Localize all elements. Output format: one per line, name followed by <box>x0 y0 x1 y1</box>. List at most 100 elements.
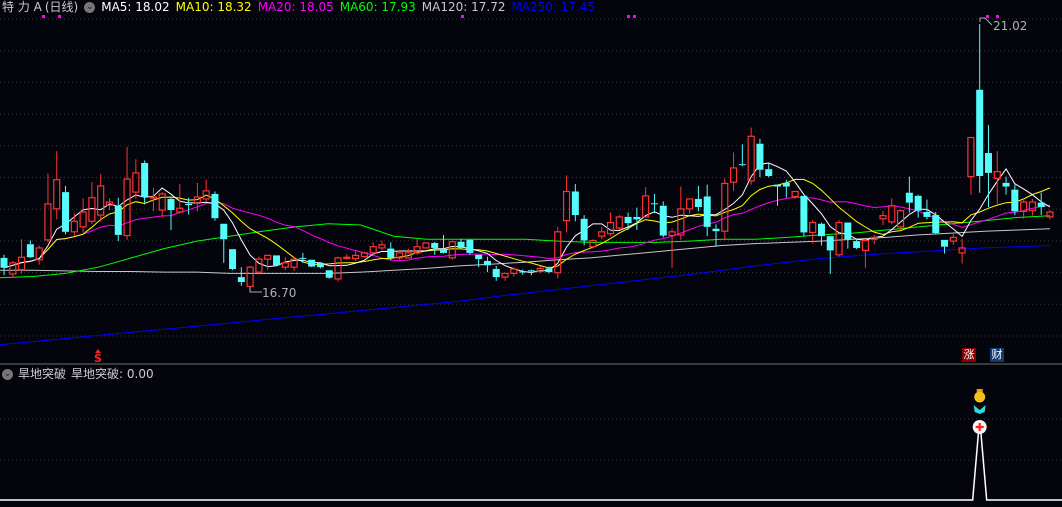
candle-up <box>536 265 544 274</box>
candle-body <box>132 172 140 193</box>
candle-body <box>712 228 720 232</box>
candle-down <box>659 201 667 238</box>
candle-down <box>712 224 720 247</box>
indicator-line <box>0 429 1062 501</box>
candle-down <box>932 211 940 235</box>
candle-body <box>167 198 175 211</box>
candle-body <box>378 244 386 249</box>
indicator-panel <box>0 389 1062 501</box>
candle-up <box>281 257 289 271</box>
candle-body <box>220 223 228 240</box>
ma120-line <box>0 228 1051 274</box>
candle-down <box>0 254 8 276</box>
candle-body <box>686 198 694 210</box>
candle-up <box>949 233 957 245</box>
candle-down <box>844 222 852 249</box>
candle-body <box>914 195 922 211</box>
candle-body <box>650 203 658 205</box>
candle-body <box>246 266 254 288</box>
candle-up <box>606 212 615 237</box>
candle-body <box>387 248 395 258</box>
candle-up <box>1020 198 1028 219</box>
marker <box>633 15 636 18</box>
candle-body <box>70 220 78 233</box>
candle-down <box>316 262 324 269</box>
candle-body <box>817 223 825 237</box>
candle-body <box>44 203 52 241</box>
candle-up <box>870 234 878 245</box>
candle-up <box>202 179 210 203</box>
marker <box>627 15 630 18</box>
candle-up <box>79 198 87 233</box>
candle-body <box>642 195 650 218</box>
candles <box>0 24 1054 292</box>
candle-body <box>483 260 491 266</box>
s-marker-arrow <box>95 349 101 353</box>
candle-up <box>123 146 131 240</box>
candle-up <box>1028 198 1037 216</box>
zhang-tag[interactable]: 涨 <box>962 348 976 362</box>
candle-body <box>88 197 96 222</box>
candle-body <box>633 216 641 220</box>
candle-body <box>79 211 87 228</box>
candle-body <box>439 249 447 253</box>
candle-body <box>562 190 571 222</box>
candle-down <box>26 240 34 258</box>
ma20-path <box>3 196 1051 269</box>
candle-up <box>686 198 694 214</box>
chevron-down-icon[interactable]: ⌄ <box>84 1 96 13</box>
candle-body <box>431 242 439 248</box>
candle-down <box>308 259 316 268</box>
chart-header: 特 力 A (日线) ⌄ MA5: 18.02 MA10: 18.32 MA20… <box>2 0 595 14</box>
candle-body <box>941 239 949 247</box>
period-label: (日线) <box>44 0 79 14</box>
candle-body <box>545 268 553 273</box>
candle-body <box>519 271 527 273</box>
candlestick-chart[interactable]: 21.02 16.70 S <box>0 0 1062 507</box>
candle-up <box>729 152 738 191</box>
candle-body <box>703 196 711 227</box>
candle-body <box>571 191 579 216</box>
candle-down <box>756 138 764 178</box>
candle-body <box>114 205 122 235</box>
candle-body <box>527 270 535 272</box>
candle-up <box>343 254 351 260</box>
candle-body <box>782 182 790 187</box>
candle-up <box>1046 210 1054 220</box>
candle-down <box>817 222 825 246</box>
candle-body <box>334 257 342 280</box>
candle-up <box>404 248 412 259</box>
candle-body <box>360 252 368 258</box>
candle-body <box>738 164 746 166</box>
candle-body <box>1037 202 1045 208</box>
max-price-label: 21.02 <box>993 19 1027 33</box>
candle-down <box>1011 184 1019 216</box>
candle-up <box>501 272 509 281</box>
ma10-line <box>3 178 1051 269</box>
candle-down <box>62 185 70 235</box>
candle-body <box>97 185 105 216</box>
candle-down <box>633 207 641 230</box>
cai-tag[interactable]: 财 <box>990 348 1004 362</box>
candle-up <box>413 238 421 255</box>
candle-body <box>879 215 887 220</box>
candle-down <box>976 24 984 193</box>
candle-body <box>1002 182 1010 187</box>
candle-up <box>334 256 342 282</box>
ma60-path <box>0 215 1051 279</box>
candle-down <box>1037 192 1045 216</box>
candle-body <box>826 236 834 251</box>
candle-body <box>0 257 8 268</box>
candle-down <box>229 249 237 271</box>
candle-down <box>984 125 992 208</box>
candle-body <box>422 242 430 249</box>
candle-down <box>439 234 447 254</box>
candle-body <box>835 221 843 256</box>
candle-body <box>800 195 808 233</box>
chevron-down-icon[interactable]: ⌄ <box>2 368 13 380</box>
candle-down <box>237 267 245 286</box>
candle-body <box>26 244 34 258</box>
candle-down <box>650 193 658 214</box>
candle-body <box>659 205 667 236</box>
candle-down <box>826 236 834 274</box>
